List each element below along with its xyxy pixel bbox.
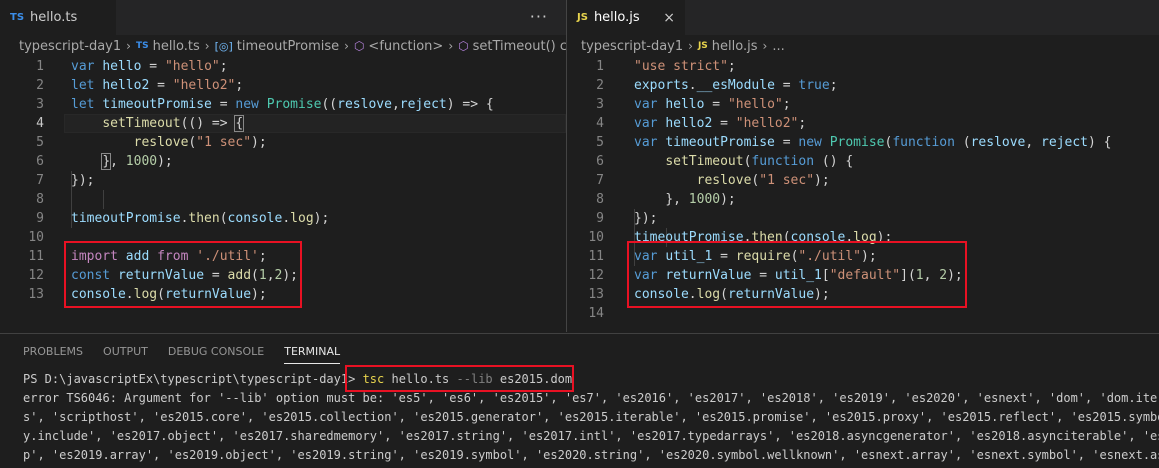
code-line-9: 9 timeoutPromise.then(console.log); — [36, 211, 330, 226]
tab-problems[interactable]: PROBLEMS — [23, 334, 83, 370]
chevron-right-icon: › — [448, 39, 454, 53]
code-line-8: 8 — [36, 192, 44, 207]
breadcrumb-folder[interactable]: typescript-day1 — [581, 39, 683, 54]
typescript-file-icon: TS — [135, 41, 149, 51]
code-line-7: 7}); — [36, 173, 95, 188]
panel-tab-bar: PROBLEMS OUTPUT DEBUG CONSOLE TERMINAL — [0, 334, 1159, 370]
close-icon[interactable]: × — [663, 10, 675, 26]
code-line-2: 2 exports.__esModule = true; — [596, 78, 838, 93]
breadcrumb-file[interactable]: hello.ts — [153, 39, 200, 54]
code-line-1: 1 var hello = "hello"; — [36, 59, 228, 74]
function-icon: ⬡ — [353, 39, 365, 53]
chevron-right-icon: › — [204, 39, 210, 53]
tab-debug-console[interactable]: DEBUG CONSOLE — [168, 334, 264, 370]
javascript-file-icon: JS — [697, 41, 708, 51]
highlight-box-require-lines — [627, 241, 967, 308]
code-line-3: 3 let timeoutPromise = new Promise((reslo… — [36, 97, 494, 112]
code-line-4: 4 setTimeout(() => { — [0, 114, 566, 133]
function-icon: ⬡ — [458, 39, 469, 53]
tab-hello-ts[interactable]: TS hello.ts — [0, 0, 116, 35]
more-actions-icon[interactable]: ··· — [530, 0, 548, 35]
tab-terminal[interactable]: TERMINAL — [284, 334, 340, 370]
bottom-panel: PROBLEMS OUTPUT DEBUG CONSOLE TERMINAL P… — [0, 333, 1159, 468]
code-line-4: 4 var hello2 = "hello2"; — [596, 116, 807, 131]
code-line-7: 7 reslove("1 sec"); — [596, 173, 830, 188]
breadcrumb: typescript-day1 › JS hello.js › ... — [567, 35, 1159, 57]
terminal-command-line: PS D:\javascriptEx\typescript\typescript… — [23, 370, 1159, 389]
right-editor-pane: JS hello.js × typescript-day1 › JS hello… — [567, 0, 1159, 332]
tab-label: hello.js — [593, 10, 640, 25]
code-line-5: 5 reslove("1 sec"); — [36, 135, 267, 150]
highlight-box-import-lines — [64, 241, 302, 308]
terminal-output[interactable]: PS D:\javascriptEx\typescript\typescript… — [0, 370, 1159, 465]
code-line-8: 8 }, 1000); — [596, 192, 736, 207]
tab-label: hello.ts — [30, 10, 78, 25]
code-line-2: 2 let hello2 = "hello2"; — [36, 78, 244, 93]
breadcrumb: typescript-day1 › TS hello.ts › [◎] time… — [0, 35, 566, 57]
chevron-right-icon: › — [344, 39, 349, 53]
breadcrumb-folder[interactable]: typescript-day1 — [19, 39, 121, 54]
terminal-prompt: PS D:\javascriptEx\typescript\typescript… — [23, 372, 363, 386]
tab-hello-js[interactable]: JS hello.js × — [567, 0, 685, 35]
highlight-box-command — [345, 365, 574, 392]
variable-icon: [◎] — [214, 39, 233, 53]
breadcrumb-symbol-function[interactable]: <function> — [368, 39, 443, 54]
terminal-error-line: s', 'scripthost', 'es2015.core', 'es2015… — [23, 410, 1159, 424]
terminal-error-line: p', 'es2019.array', 'es2019.object', 'es… — [23, 448, 1159, 462]
typescript-file-icon: TS — [10, 12, 25, 23]
code-line-6: 6 }, 1000); — [36, 153, 173, 170]
breadcrumb-file[interactable]: hello.js — [712, 39, 758, 54]
left-tab-bar: TS hello.ts ··· — [0, 0, 566, 35]
terminal-error-line: error TS6046: Argument for '--lib' optio… — [23, 391, 1159, 405]
right-tab-bar: JS hello.js × — [567, 0, 1159, 35]
code-line-3: 3 var hello = "hello"; — [596, 97, 791, 112]
breadcrumb-ellipsis[interactable]: ... — [772, 39, 784, 54]
terminal-error-line: y.include', 'es2017.object', 'es2017.sha… — [23, 429, 1159, 443]
breadcrumb-symbol-settimeout[interactable]: setTimeout() callba — [473, 39, 566, 54]
chevron-right-icon: › — [126, 39, 131, 53]
chevron-right-icon: › — [762, 39, 768, 53]
javascript-file-icon: JS — [577, 12, 588, 23]
code-line-1: 1 "use strict"; — [596, 59, 736, 74]
tab-output[interactable]: OUTPUT — [103, 334, 148, 370]
chevron-right-icon: › — [688, 39, 693, 53]
code-line-6: 6 setTimeout(function () { — [596, 154, 854, 169]
left-editor-pane: TS hello.ts ··· typescript-day1 › TS hel… — [0, 0, 566, 332]
code-line-5: 5 var timeoutPromise = new Promise(functi… — [596, 135, 1112, 150]
code-line-9: 9}); — [596, 211, 658, 226]
breadcrumb-symbol-timeoutpromise[interactable]: timeoutPromise — [237, 39, 339, 54]
